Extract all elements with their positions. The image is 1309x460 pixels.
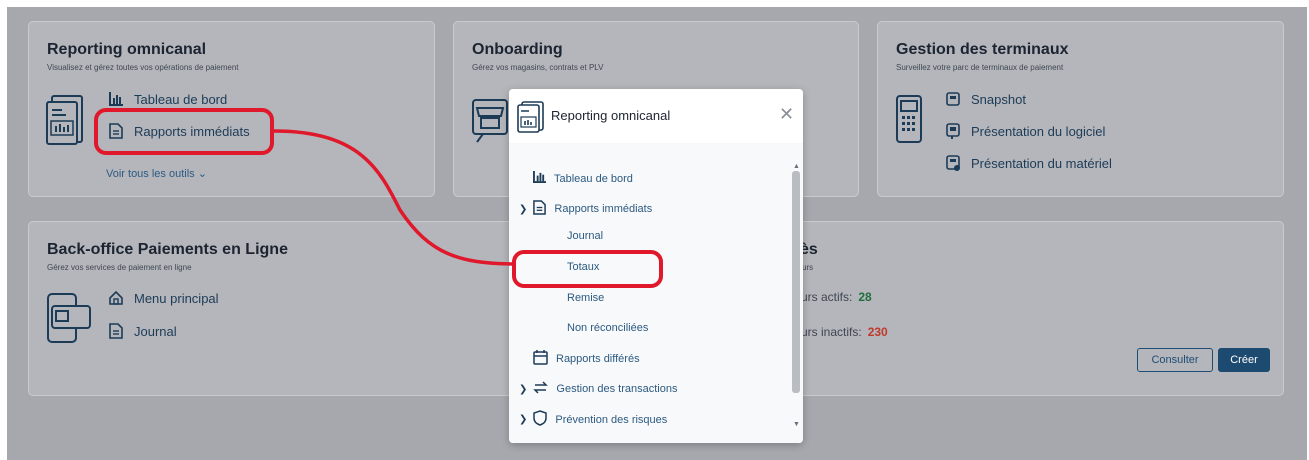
annotation-connector-arrow: [273, 129, 513, 266]
